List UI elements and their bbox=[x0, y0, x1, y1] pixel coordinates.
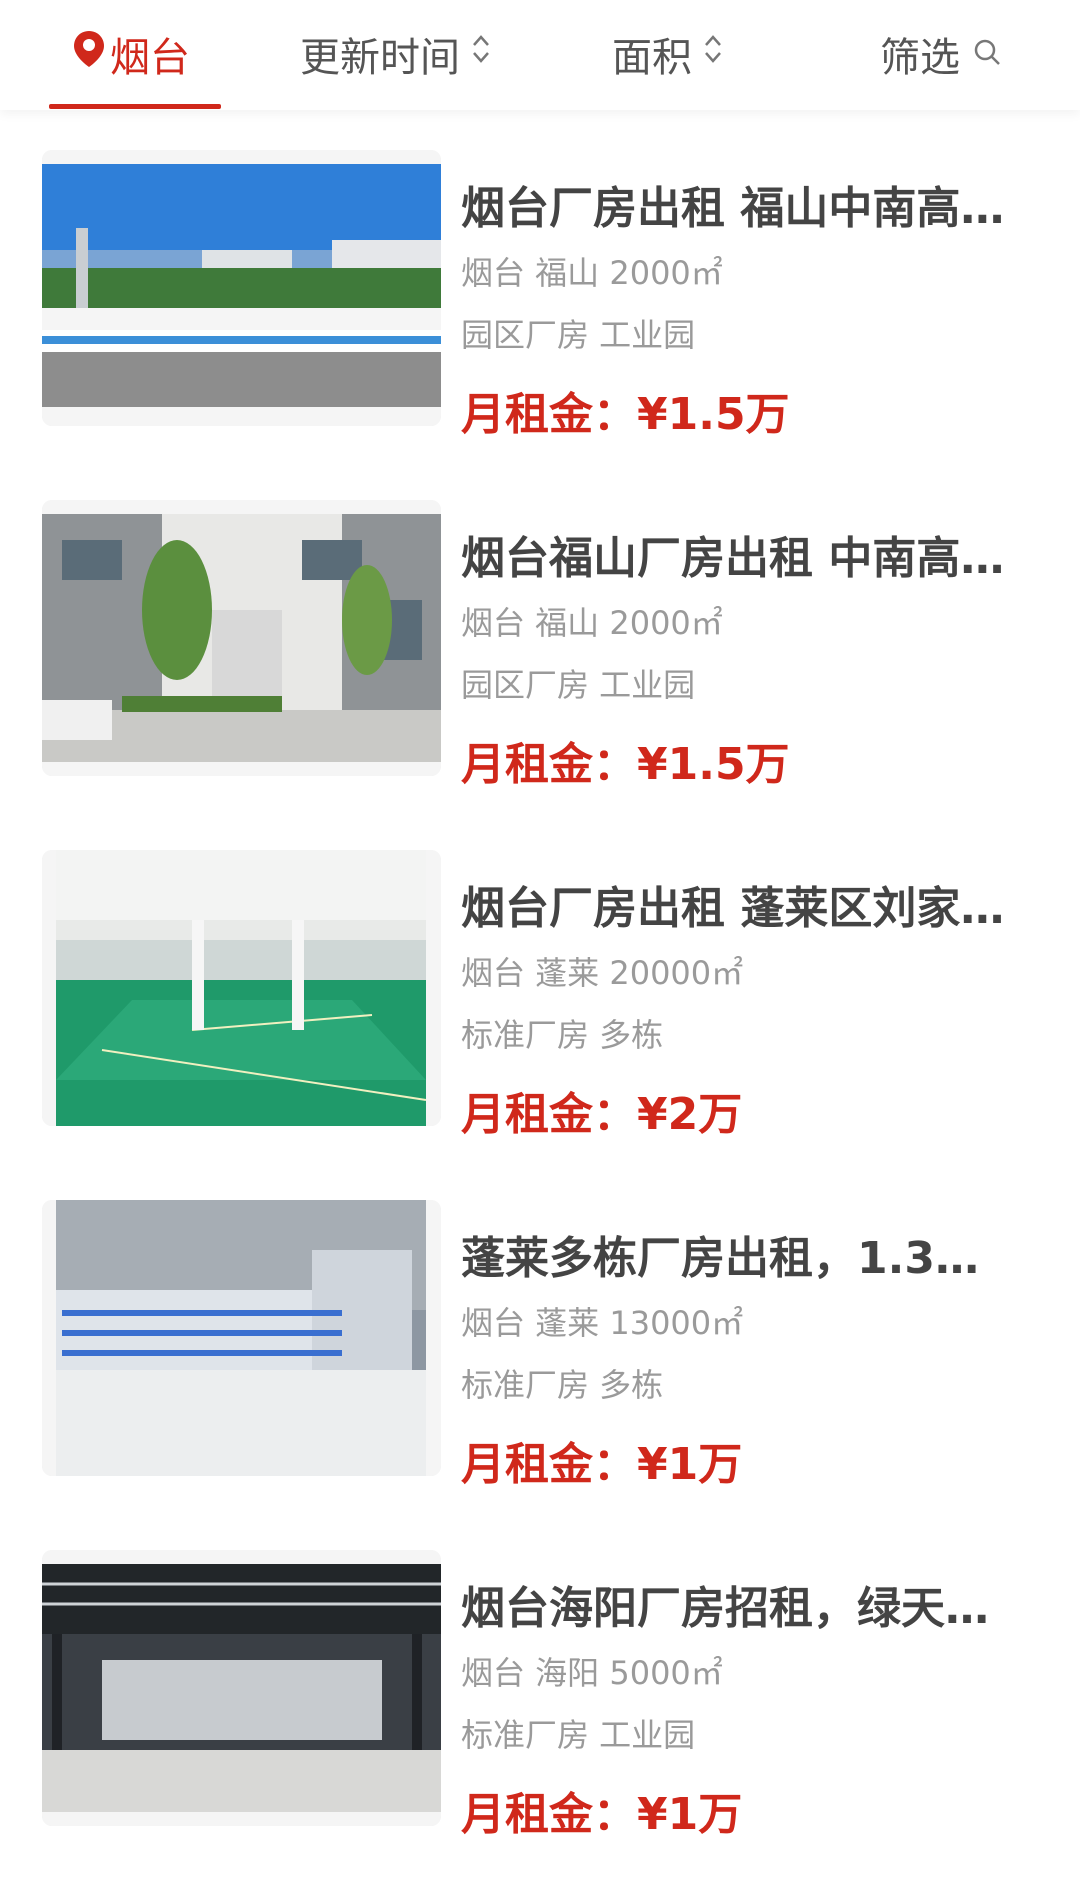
top-filter-bar: 烟台 更新时间 面积 筛选 bbox=[0, 0, 1080, 110]
listing-photo bbox=[42, 1550, 441, 1826]
tab-area[interactable]: 面积 bbox=[612, 22, 724, 86]
listing-item[interactable]: 蓬莱多栋厂房出租，1.3万平 烟台 蓬莱 13000㎡ 标准厂房 多栋 月租金：… bbox=[0, 1160, 1080, 1490]
listing-photo bbox=[42, 150, 441, 426]
listing-item[interactable]: 烟台厂房出租 福山中南高… 烟台 福山 2000㎡ 园区厂房 工业园 月租金：¥… bbox=[0, 110, 1080, 440]
rent-label: 月租金： bbox=[461, 1089, 637, 1140]
sort-chevron-icon bbox=[470, 31, 492, 77]
listing-item[interactable]: 烟台厂房出租 蓬莱区刘家… 烟台 蓬莱 20000㎡ 标准厂房 多栋 月租金：¥… bbox=[0, 810, 1080, 1140]
rent-label: 月租金： bbox=[461, 389, 637, 440]
tab-filter-label: 筛选 bbox=[880, 35, 960, 81]
listing-title: 蓬莱多栋厂房出租，1.3万平 bbox=[461, 1233, 1021, 1284]
tab-area-label: 面积 bbox=[612, 35, 692, 81]
sort-chevron-icon bbox=[702, 31, 724, 77]
tab-update-time[interactable]: 更新时间 bbox=[300, 22, 492, 86]
tab-city-label: 烟台 bbox=[110, 35, 190, 81]
listing-location-area: 烟台 蓬莱 20000㎡ bbox=[461, 954, 744, 992]
rent-value: ¥1万 bbox=[637, 1439, 743, 1490]
listing-rent: 月租金：¥1.5万 bbox=[461, 378, 790, 442]
listing-rent: 月租金：¥2万 bbox=[461, 1078, 742, 1142]
rent-value: ¥1万 bbox=[637, 1789, 743, 1840]
active-tab-indicator bbox=[49, 104, 221, 109]
rent-value: ¥1.5万 bbox=[637, 739, 790, 790]
rent-label: 月租金： bbox=[461, 1789, 637, 1840]
listing-title: 烟台厂房出租 蓬莱区刘家… bbox=[461, 883, 1005, 934]
listing-photo bbox=[42, 1200, 441, 1476]
listing-rent: 月租金：¥1.5万 bbox=[461, 728, 790, 792]
listing-title: 烟台海阳厂房招租，绿天… bbox=[461, 1583, 989, 1634]
rent-label: 月租金： bbox=[461, 739, 637, 790]
listing-location-area: 烟台 海阳 5000㎡ bbox=[461, 1654, 723, 1692]
listing-tags: 标准厂房 多栋 bbox=[461, 1366, 664, 1404]
location-pin-icon bbox=[72, 29, 106, 79]
tab-city[interactable]: 烟台 bbox=[72, 22, 190, 86]
listing-item[interactable]: 烟台福山厂房出租 中南高… 烟台 福山 2000㎡ 园区厂房 工业园 月租金：¥… bbox=[0, 460, 1080, 790]
listing-tags: 标准厂房 多栋 bbox=[461, 1016, 664, 1054]
listing-location-area: 烟台 蓬莱 13000㎡ bbox=[461, 1304, 744, 1342]
listing-tags: 标准厂房 工业园 bbox=[461, 1716, 696, 1754]
listing-location-area: 烟台 福山 2000㎡ bbox=[461, 254, 723, 292]
rent-value: ¥2万 bbox=[637, 1089, 743, 1140]
listing-rent: 月租金：¥1万 bbox=[461, 1778, 742, 1842]
listing-photo bbox=[42, 500, 441, 776]
listing-photo bbox=[42, 850, 441, 1126]
rent-value: ¥1.5万 bbox=[637, 389, 790, 440]
listing-title: 烟台厂房出租 福山中南高… bbox=[461, 183, 1005, 234]
tab-filter[interactable]: 筛选 bbox=[880, 22, 1002, 86]
search-icon bbox=[972, 31, 1002, 77]
rent-label: 月租金： bbox=[461, 1439, 637, 1490]
listing-tags: 园区厂房 工业园 bbox=[461, 316, 696, 354]
listing-item[interactable]: 烟台海阳厂房招租，绿天… 烟台 海阳 5000㎡ 标准厂房 工业园 月租金：¥1… bbox=[0, 1510, 1080, 1840]
listing-tags: 园区厂房 工业园 bbox=[461, 666, 696, 704]
listing-rent: 月租金：¥1万 bbox=[461, 1428, 742, 1492]
listing-location-area: 烟台 福山 2000㎡ bbox=[461, 604, 723, 642]
listing-title: 烟台福山厂房出租 中南高… bbox=[461, 533, 1005, 584]
tab-update-time-label: 更新时间 bbox=[300, 35, 460, 81]
